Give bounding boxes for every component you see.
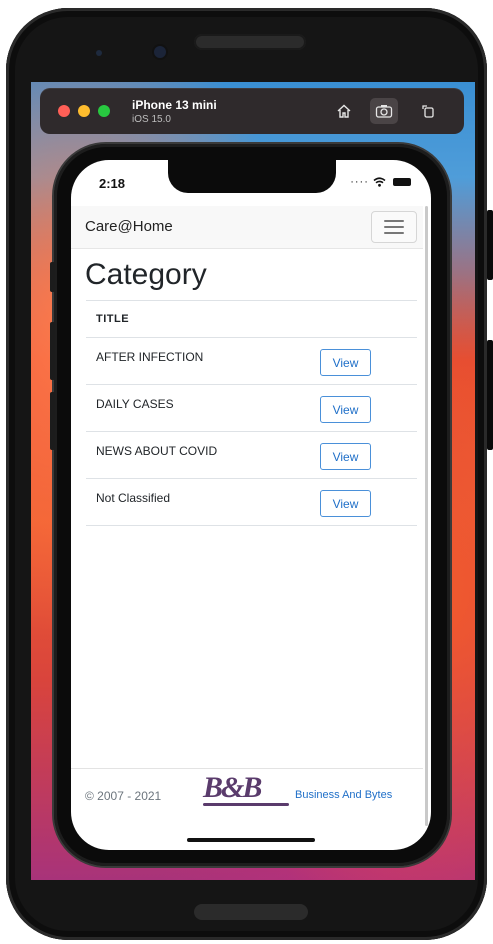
home-indicator[interactable] [187,838,315,842]
zoom-window-button[interactable] [98,105,110,117]
signal-icon: ···· [350,176,369,188]
earpiece-speaker [194,34,306,50]
hamburger-icon [384,220,404,222]
minimize-window-button[interactable] [78,105,90,117]
close-window-button[interactable] [58,105,70,117]
side-button-lower [487,340,493,450]
front-sensor [96,50,102,56]
simulator-os-version: iOS 15.0 [132,114,171,125]
table-row: DAILY CASES View [86,385,417,432]
view-button[interactable]: View [320,490,371,517]
logo-underline [203,803,289,806]
menu-toggle-button[interactable] [371,211,417,243]
home-icon[interactable] [330,98,358,124]
view-button[interactable]: View [320,349,371,376]
column-header-title: TITLE [96,313,130,325]
device-screen: 2:18 ···· Care@Home Category TITLE AFTER… [71,160,431,850]
company-logo: B&B [203,773,289,803]
simulator-device-name: iPhone 13 mini [132,98,217,112]
volume-up-button [50,322,55,380]
app-navbar: Care@Home [71,206,423,249]
company-logo-text: B&B [203,771,262,804]
hamburger-icon-bar [384,226,404,228]
rotate-icon[interactable] [414,98,442,124]
table-row: AFTER INFECTION View [86,338,417,385]
category-title: NEWS ABOUT COVID [96,444,218,458]
copyright-text: © 2007 - 2021 [85,789,162,803]
table-row: NEWS ABOUT COVID View [86,432,417,479]
category-table: TITLE AFTER INFECTION View DAILY CASES V… [86,300,417,526]
category-title: DAILY CASES [96,397,174,411]
notch [168,160,336,193]
bottom-speaker [194,904,308,920]
brand-link[interactable]: Care@Home [85,218,173,235]
front-camera [154,46,166,58]
scrollbar[interactable] [425,206,428,826]
side-button-upper [487,210,493,280]
category-title: Not Classified [96,491,171,505]
volume-down-button [50,392,55,450]
category-title: AFTER INFECTION [96,350,204,364]
status-icons: ···· [350,176,411,188]
hamburger-icon-bar [384,232,404,234]
mute-switch [50,262,55,292]
status-time: 2:18 [99,176,126,191]
view-button[interactable]: View [320,443,371,470]
page-footer: © 2007 - 2021 B&B Business And Bytes [71,768,423,823]
screenshot-icon[interactable] [370,98,398,124]
battery-icon [393,178,411,187]
table-header: TITLE [86,300,417,338]
wifi-icon [373,176,390,188]
simulator-toolbar: iPhone 13 mini iOS 15.0 [40,88,464,134]
page-title: Category [85,258,207,291]
view-button[interactable]: View [320,396,371,423]
company-link[interactable]: Business And Bytes [295,789,392,801]
table-row: Not Classified View [86,479,417,526]
